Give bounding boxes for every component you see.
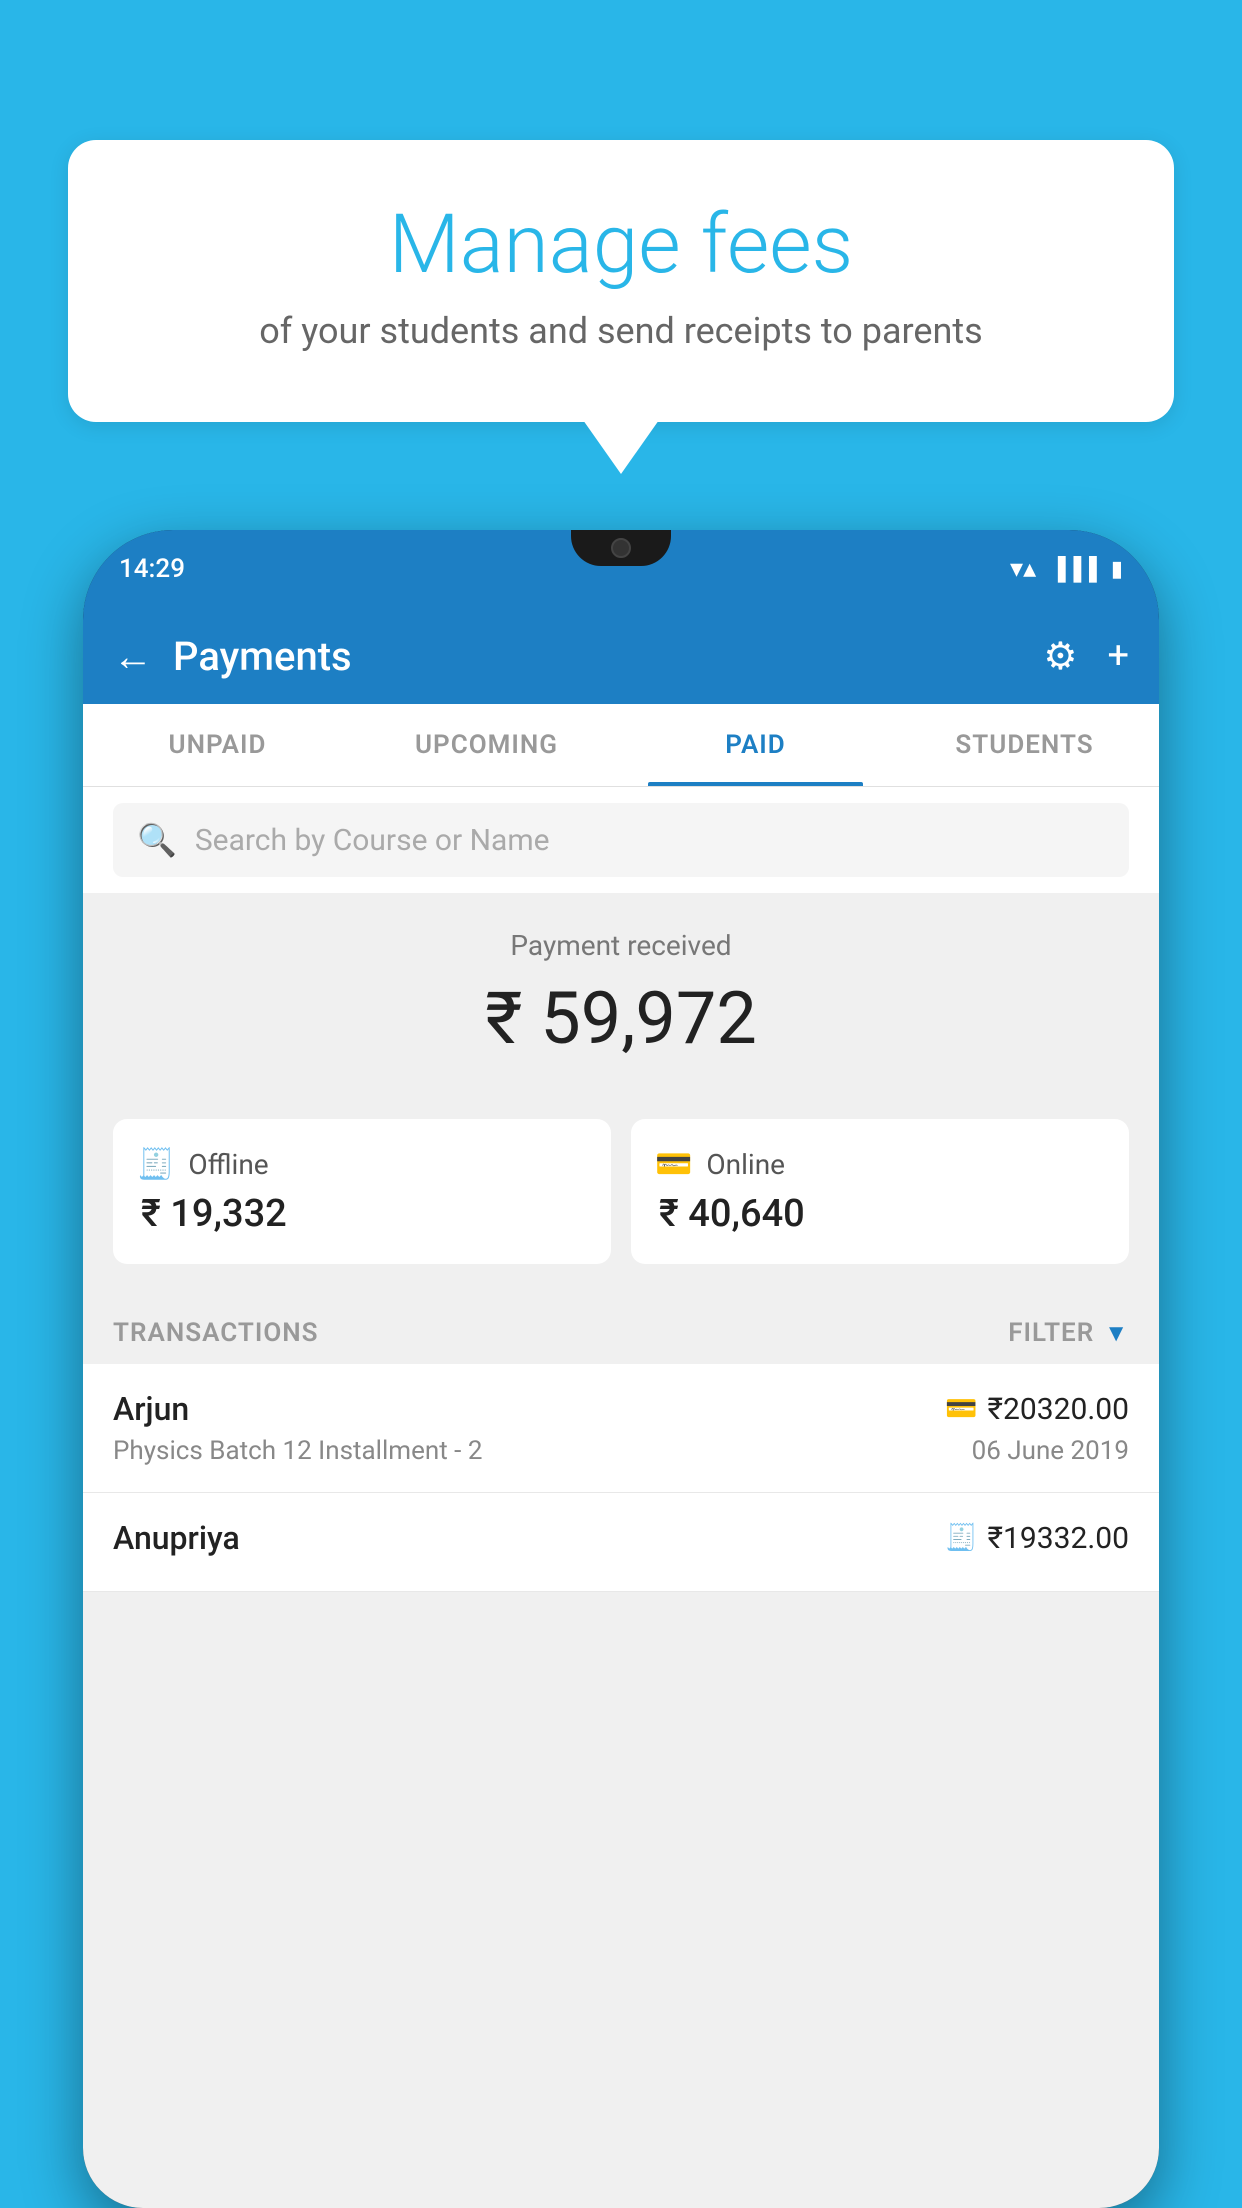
app-bar-actions: ⚙ + [1043, 634, 1129, 679]
offline-payment-type-icon-2: 🧾 [945, 1523, 977, 1553]
offline-payment-card: 🧾 Offline ₹ 19,332 [113, 1119, 611, 1264]
settings-button[interactable]: ⚙ [1043, 634, 1077, 679]
offline-label: Offline [188, 1148, 268, 1181]
transaction-main-1: Arjun 💳 ₹20320.00 [113, 1390, 1129, 1428]
transaction-row-2[interactable]: Anupriya 🧾 ₹19332.00 [83, 1493, 1159, 1592]
transaction-amount-row-2: 🧾 ₹19332.00 [945, 1521, 1129, 1556]
transaction-amount-2: ₹19332.00 [988, 1521, 1129, 1556]
status-bar: 14:29 ▾▴ ▐▐▐ ▮ [83, 530, 1159, 608]
transactions-label: TRANSACTIONS [113, 1318, 319, 1348]
background: Manage fees of your students and send re… [0, 0, 1242, 2208]
offline-payment-icon: 🧾 [137, 1147, 174, 1182]
payment-summary: Payment received ₹ 59,972 [83, 893, 1159, 1119]
transaction-date-1: 06 June 2019 [972, 1436, 1129, 1466]
tab-students[interactable]: STUDENTS [890, 704, 1159, 786]
speech-bubble: Manage fees of your students and send re… [68, 140, 1174, 422]
search-input-container[interactable]: 🔍 Search by Course or Name [113, 803, 1129, 877]
search-bar: 🔍 Search by Course or Name [83, 787, 1159, 893]
transaction-main-2: Anupriya 🧾 ₹19332.00 [113, 1519, 1129, 1557]
battery-icon: ▮ [1111, 557, 1123, 582]
offline-card-header: 🧾 Offline [137, 1147, 587, 1182]
online-amount: ₹ 40,640 [655, 1192, 1105, 1236]
phone-screen: UNPAID UPCOMING PAID STUDENTS 🔍 Search b… [83, 704, 1159, 2208]
status-icons: ▾▴ ▐▐▐ ▮ [1010, 554, 1123, 584]
filter-icon: ▼ [1104, 1319, 1129, 1348]
back-button[interactable]: ← [113, 633, 153, 680]
tab-paid[interactable]: PAID [621, 704, 890, 786]
phone-notch [571, 530, 671, 566]
transactions-header: TRANSACTIONS FILTER ▼ [83, 1294, 1159, 1364]
transaction-amount-1: ₹20320.00 [988, 1392, 1129, 1427]
filter-button[interactable]: FILTER ▼ [1008, 1318, 1129, 1348]
offline-amount: ₹ 19,332 [137, 1192, 587, 1236]
payment-cards: 🧾 Offline ₹ 19,332 💳 Online ₹ 40,640 [83, 1119, 1159, 1294]
search-placeholder-text: Search by Course or Name [195, 823, 550, 858]
status-time: 14:29 [119, 554, 185, 584]
transaction-detail-1: Physics Batch 12 Installment - 2 06 June… [113, 1436, 1129, 1466]
transaction-course-1: Physics Batch 12 Installment - 2 [113, 1436, 482, 1466]
phone-frame: 14:29 ▾▴ ▐▐▐ ▮ ← Payments ⚙ + [83, 530, 1159, 2208]
wifi-icon: ▾▴ [1010, 554, 1036, 584]
add-button[interactable]: + [1107, 634, 1129, 678]
online-label: Online [706, 1148, 785, 1181]
online-payment-icon: 💳 [655, 1147, 692, 1182]
online-payment-card: 💳 Online ₹ 40,640 [631, 1119, 1129, 1264]
payment-total-amount: ₹ 59,972 [113, 976, 1129, 1061]
transaction-row[interactable]: Arjun 💳 ₹20320.00 Physics Batch 12 Insta… [83, 1364, 1159, 1493]
search-icon: 🔍 [137, 821, 177, 859]
speech-bubble-title: Manage fees [118, 200, 1124, 290]
phone-camera [611, 538, 631, 558]
tab-upcoming[interactable]: UPCOMING [352, 704, 621, 786]
transaction-name-2: Anupriya [113, 1519, 240, 1557]
tab-unpaid[interactable]: UNPAID [83, 704, 352, 786]
speech-bubble-subtitle: of your students and send receipts to pa… [118, 310, 1124, 352]
app-bar-title: Payments [173, 633, 1043, 680]
online-card-header: 💳 Online [655, 1147, 1105, 1182]
online-payment-type-icon-1: 💳 [945, 1394, 977, 1424]
filter-label: FILTER [1008, 1318, 1094, 1348]
tabs-container: UNPAID UPCOMING PAID STUDENTS [83, 704, 1159, 787]
transaction-amount-row-1: 💳 ₹20320.00 [945, 1392, 1129, 1427]
transaction-name-1: Arjun [113, 1390, 189, 1428]
payment-received-label: Payment received [113, 929, 1129, 962]
app-bar: ← Payments ⚙ + [83, 608, 1159, 704]
signal-icon: ▐▐▐ [1050, 556, 1097, 582]
